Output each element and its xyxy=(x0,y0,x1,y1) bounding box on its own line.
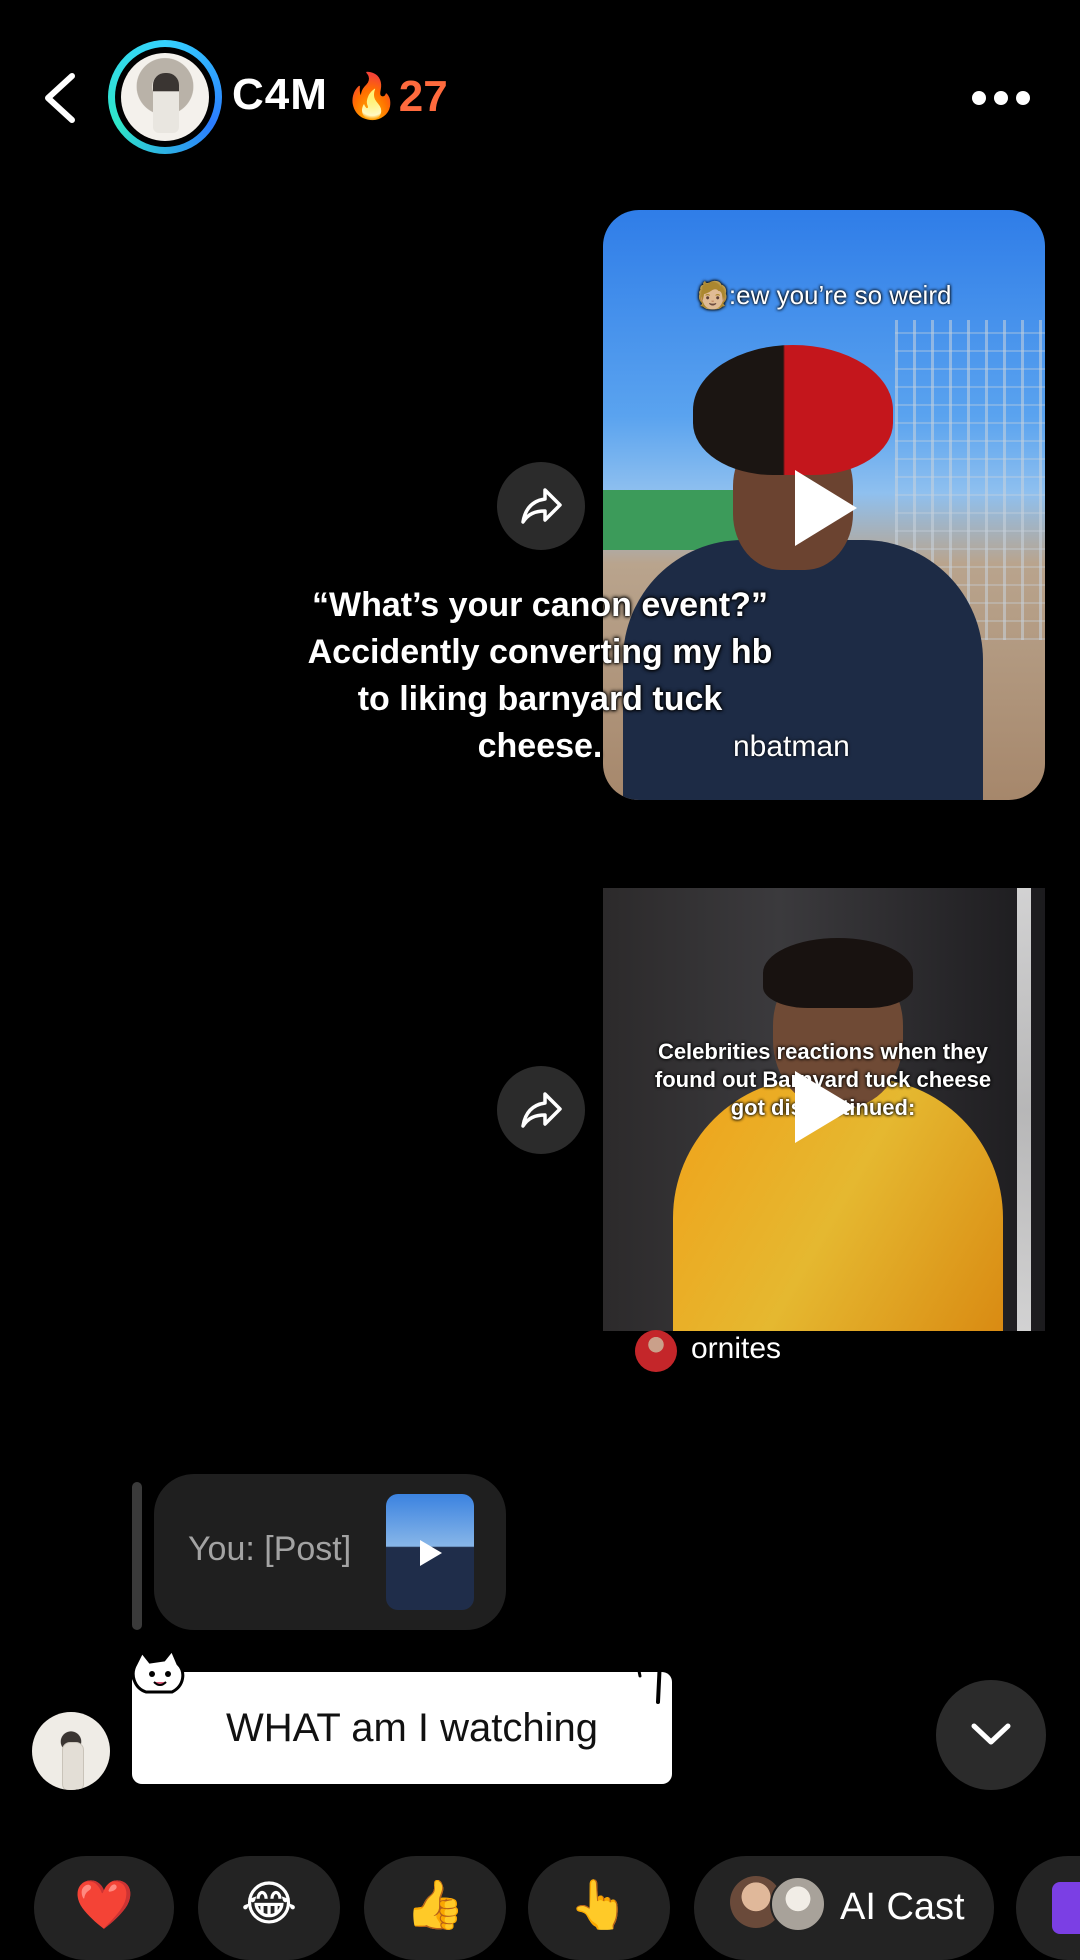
play-icon xyxy=(420,1540,442,1566)
share-button[interactable] xyxy=(497,462,585,550)
scroll-to-bottom-button[interactable] xyxy=(936,1680,1046,1790)
share-button[interactable] xyxy=(497,1066,585,1154)
cat-sticker-icon xyxy=(131,1650,185,1694)
author-avatar xyxy=(635,1330,677,1372)
post-caption: 🧑🏼:ew you’re so weird xyxy=(696,280,952,310)
quick-reaction-laugh[interactable]: 😂 xyxy=(198,1856,340,1960)
message-text: WHAT am I watching xyxy=(226,1706,598,1750)
sender-avatar[interactable] xyxy=(32,1712,110,1790)
more-reactions-chip[interactable] xyxy=(1016,1856,1080,1960)
streak-counter: 🔥27 xyxy=(344,72,448,121)
hand-sticker-icon xyxy=(634,1647,663,1704)
back-button[interactable] xyxy=(38,70,88,126)
reply-preview-text: You: [Post] xyxy=(188,1530,352,1568)
share-arrow-icon xyxy=(521,488,562,524)
chevron-left-icon xyxy=(45,73,75,123)
contact-name[interactable]: C4M xyxy=(232,70,328,120)
quick-reaction-point-up[interactable]: 👆 xyxy=(528,1856,670,1960)
ai-cast-label: AI Cast xyxy=(840,1886,965,1928)
chevron-down-icon xyxy=(971,1723,1011,1745)
more-horizontal-icon xyxy=(972,91,1030,105)
more-options-button[interactable] xyxy=(970,84,1032,112)
quick-reaction-heart[interactable]: ❤️ xyxy=(34,1856,174,1960)
overlay-caption: “What’s your canon event?” Accidently co… xyxy=(307,586,773,765)
ai-cast-button[interactable]: AI Cast xyxy=(694,1856,994,1960)
reply-indicator xyxy=(132,1482,142,1630)
quick-reaction-thumbs-up[interactable]: 👍 xyxy=(364,1856,506,1960)
play-icon[interactable] xyxy=(795,470,857,546)
ai-cast-avatar xyxy=(770,1876,826,1932)
reply-preview-thumbnail[interactable] xyxy=(386,1494,474,1610)
shared-video-post[interactable]: Celebrities reactions when they found ou… xyxy=(603,818,1045,1403)
share-arrow-icon xyxy=(521,1092,562,1128)
contact-avatar[interactable] xyxy=(108,40,222,154)
play-icon[interactable] xyxy=(795,1071,855,1143)
post-author: ornites xyxy=(691,1332,782,1365)
